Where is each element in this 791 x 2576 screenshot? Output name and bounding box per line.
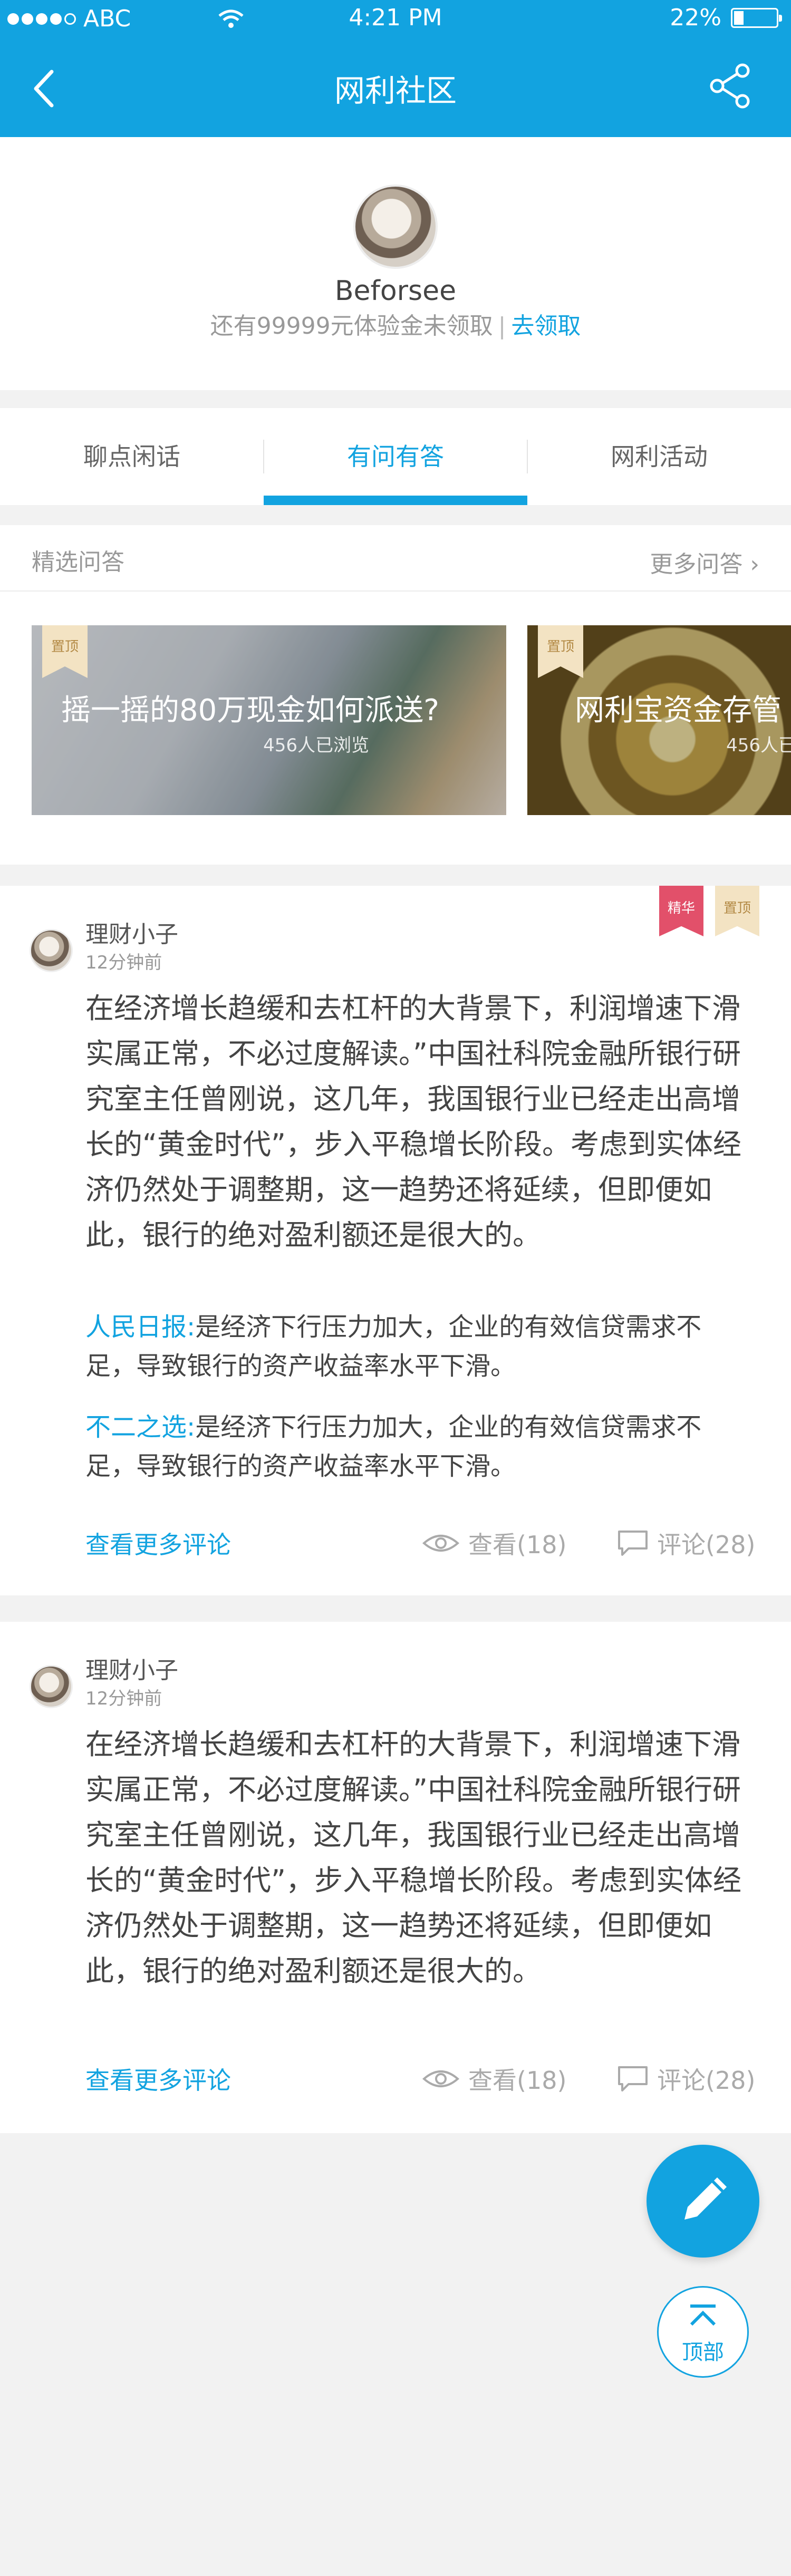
avatar[interactable]	[30, 929, 73, 972]
view-count: 查看(18)	[422, 1526, 566, 1561]
post-body: 在经济增长趋缓和去杠杆的大背景下，利润增速下滑实属正常，不必过度解读。”中国社科…	[85, 1728, 741, 1988]
card-views: 456人已	[726, 735, 791, 756]
comment-author[interactable]: 不二之选:	[85, 1412, 195, 1442]
post-time: 12分钟前	[85, 1688, 162, 1709]
comment-item: 人民日报:是经济下行压力加大，企业的有效信贷需求不足，导致银行的资产收益率水平下…	[85, 1308, 750, 1386]
comment-author[interactable]: 人民日报:	[85, 1312, 195, 1342]
featured-label: 精选问答	[32, 549, 124, 576]
claim-bonus-link[interactable]: 去领取	[511, 313, 581, 340]
comment-count[interactable]: 评论(28)	[617, 1526, 755, 1561]
arrow-up-icon	[690, 2304, 716, 2326]
more-qa-link[interactable]: 更多问答 ›	[650, 545, 759, 579]
post-footer: 查看更多评论 查看(18) 评论(28)	[0, 1526, 791, 1568]
eye-icon	[422, 1535, 460, 1552]
post-footer: 查看更多评论 查看(18) 评论(28)	[0, 2061, 791, 2104]
comment-icon	[618, 2066, 648, 2091]
comment-count-text: 评论(28)	[657, 1531, 756, 1559]
status-bar: ABC 4:21 PM 22%	[0, 0, 791, 37]
avatar[interactable]	[30, 1665, 73, 1708]
comment-count[interactable]: 评论(28)	[617, 2061, 755, 2096]
view-count-text: 查看(18)	[468, 2066, 567, 2095]
post-author[interactable]: 理财小子	[85, 1651, 178, 1685]
pin-badge: 置顶	[715, 886, 759, 936]
battery-percent: 22%	[670, 4, 721, 31]
battery-status: 22%	[670, 4, 782, 31]
nav-bar: 网利社区	[0, 37, 791, 137]
back-to-top-label: 顶部	[682, 2340, 724, 2365]
card-title: 网利宝资金存管	[575, 693, 782, 728]
tab-chat[interactable]: 聊点闲话	[0, 408, 264, 505]
tab-bar: 聊点闲话 有问有答 网利活动	[0, 408, 791, 505]
more-comments-link[interactable]: 查看更多评论	[85, 2061, 231, 2096]
post-item[interactable]: 理财小子 12分钟前 在经济增长趋缓和去杠杆的大背景下，利润增速下滑实属正常，不…	[0, 1622, 791, 2133]
eye-icon	[422, 2070, 460, 2087]
compose-button[interactable]	[647, 2145, 759, 2258]
profile-section: Beforsee 还有99999元体验金未领取 | 去领取	[0, 137, 791, 390]
featured-card[interactable]: 置顶 网利宝资金存管 456人已	[527, 625, 791, 815]
share-icon[interactable]	[707, 62, 754, 110]
view-count: 查看(18)	[422, 2061, 566, 2096]
comment-count-text: 评论(28)	[657, 2066, 756, 2095]
tab-activities[interactable]: 网利活动	[527, 408, 791, 505]
featured-qa-section: 精选问答 更多问答 › 置顶 摇一摇的80万现金如何派送? 456人已浏览 置顶…	[0, 525, 791, 865]
comment-icon	[618, 1531, 648, 1556]
tab-qa[interactable]: 有问有答	[264, 408, 527, 505]
battery-icon	[731, 7, 782, 28]
page-title: 网利社区	[334, 73, 457, 109]
post-body: 在经济增长趋缓和去杠杆的大背景下，利润增速下滑实属正常，不必过度解读。”中国社科…	[85, 992, 741, 1252]
post-author[interactable]: 理财小子	[85, 915, 178, 949]
featured-card[interactable]: 置顶 摇一摇的80万现金如何派送? 456人已浏览	[32, 625, 506, 815]
username: Beforsee	[334, 275, 457, 307]
bonus-line: 还有99999元体验金未领取 | 去领取	[0, 307, 791, 341]
more-comments-link[interactable]: 查看更多评论	[85, 1526, 231, 1561]
featured-header: 精选问答 更多问答 ›	[0, 525, 791, 592]
back-to-top-button[interactable]: 顶部	[657, 2286, 749, 2378]
pencil-icon	[684, 2177, 727, 2220]
post-time: 12分钟前	[85, 952, 162, 973]
avatar[interactable]	[353, 185, 438, 269]
comment-item: 不二之选:是经济下行压力加大，企业的有效信贷需求不足，导致银行的资产收益率水平下…	[85, 1408, 750, 1486]
post-item[interactable]: 精华 置顶 理财小子 12分钟前 在经济增长趋缓和去杠杆的大背景下，利润增速下滑…	[0, 886, 791, 1595]
active-tab-indicator	[264, 496, 527, 505]
bonus-text: 还有99999元体验金未领取	[210, 313, 493, 340]
featured-badge: 精华	[659, 886, 703, 936]
card-title: 摇一摇的80万现金如何派送?	[61, 693, 439, 728]
view-count-text: 查看(18)	[468, 1531, 567, 1559]
divider: |	[498, 313, 506, 340]
card-views: 456人已浏览	[263, 735, 369, 756]
